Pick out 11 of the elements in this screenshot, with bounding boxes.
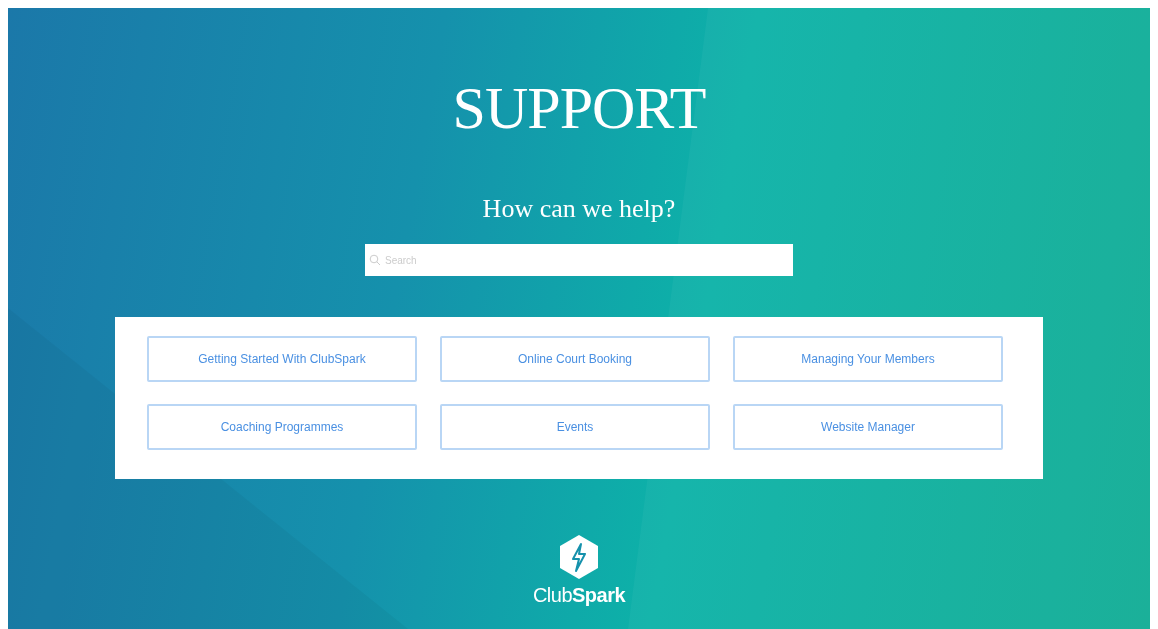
topic-button[interactable]: Events (440, 404, 710, 450)
topic-button[interactable]: Online Court Booking (440, 336, 710, 382)
brand-name: ClubSpark (532, 584, 626, 607)
topic-button[interactable]: Website Manager (733, 404, 1003, 450)
topic-button[interactable]: Managing Your Members (733, 336, 1003, 382)
page-subtitle: How can we help? (482, 194, 676, 224)
topic-button[interactable]: Coaching Programmes (147, 404, 417, 450)
topic-button[interactable]: Getting Started With ClubSpark (147, 336, 417, 382)
page-title: SUPPORT (452, 76, 706, 140)
search-icon (369, 254, 381, 266)
lightning-hexagon-logo-icon (559, 534, 599, 580)
